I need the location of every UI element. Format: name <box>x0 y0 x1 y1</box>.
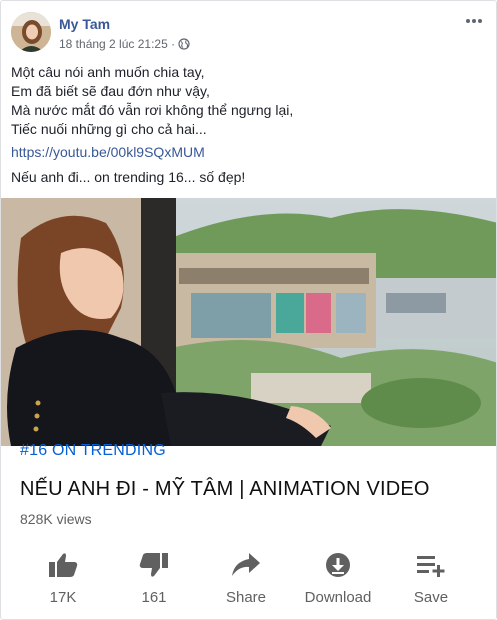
share-button[interactable]: Share <box>206 536 286 616</box>
share-label: Share <box>225 589 267 606</box>
thumbs-down-icon <box>139 553 168 577</box>
post-header: My Tam 18 tháng 2 lúc 21:25 · <box>11 12 486 56</box>
facebook-post: My Tam 18 tháng 2 lúc 21:25 · Một câu nó… <box>0 0 497 620</box>
avatar[interactable] <box>11 12 51 52</box>
download-button[interactable]: Download <box>298 536 378 616</box>
youtube-link[interactable]: https://youtu.be/00kl9SQxMUM <box>11 144 205 160</box>
video-screenshot-image[interactable] <box>1 198 496 446</box>
post-text-line: Mà nước mắt đó vẫn rơi không thể ngưng l… <box>11 102 294 118</box>
post-text-line: Một câu nói anh muốn chia tay, <box>11 64 205 80</box>
view-count: 828K views <box>20 511 92 527</box>
post-meta: 18 tháng 2 lúc 21:25 · <box>59 37 190 51</box>
post-text-line: Em đã biết sẽ đau đớn như vậy, <box>11 83 210 99</box>
post-timestamp[interactable]: 18 tháng 2 lúc 21:25 · <box>59 37 175 51</box>
save-button[interactable]: Save <box>391 536 471 616</box>
thumbs-up-icon <box>49 553 78 577</box>
share-icon <box>232 553 260 576</box>
save-playlist-icon <box>417 556 445 577</box>
author-name[interactable]: My Tam <box>59 16 110 32</box>
like-button[interactable]: 17K <box>23 536 103 616</box>
post-trending-text: Nếu anh đi... on trending 16... số đẹp! <box>11 169 246 185</box>
dislike-button[interactable]: 161 <box>114 536 194 616</box>
download-label: Download <box>304 589 372 606</box>
save-label: Save <box>413 589 449 606</box>
more-options-icon[interactable] <box>464 14 484 28</box>
youtube-video-card: #16 ON TRENDING NẾU ANH ĐI - MỸ TÂM | AN… <box>1 442 496 619</box>
video-title: NẾU ANH ĐI - MỸ TÂM | ANIMATION VIDEO <box>20 478 430 500</box>
dislike-count: 161 <box>141 589 167 606</box>
like-count: 17K <box>49 589 77 606</box>
trending-badge[interactable]: #16 ON TRENDING <box>20 442 166 460</box>
globe-icon <box>178 38 190 50</box>
post-text: Một câu nói anh muốn chia tay, Em đã biế… <box>11 63 486 139</box>
download-icon <box>326 553 350 577</box>
video-actions-bar: 17K 161 Share Download Save <box>1 536 496 616</box>
post-text-line: Tiếc nuối những gì cho cả hai... <box>11 121 207 137</box>
